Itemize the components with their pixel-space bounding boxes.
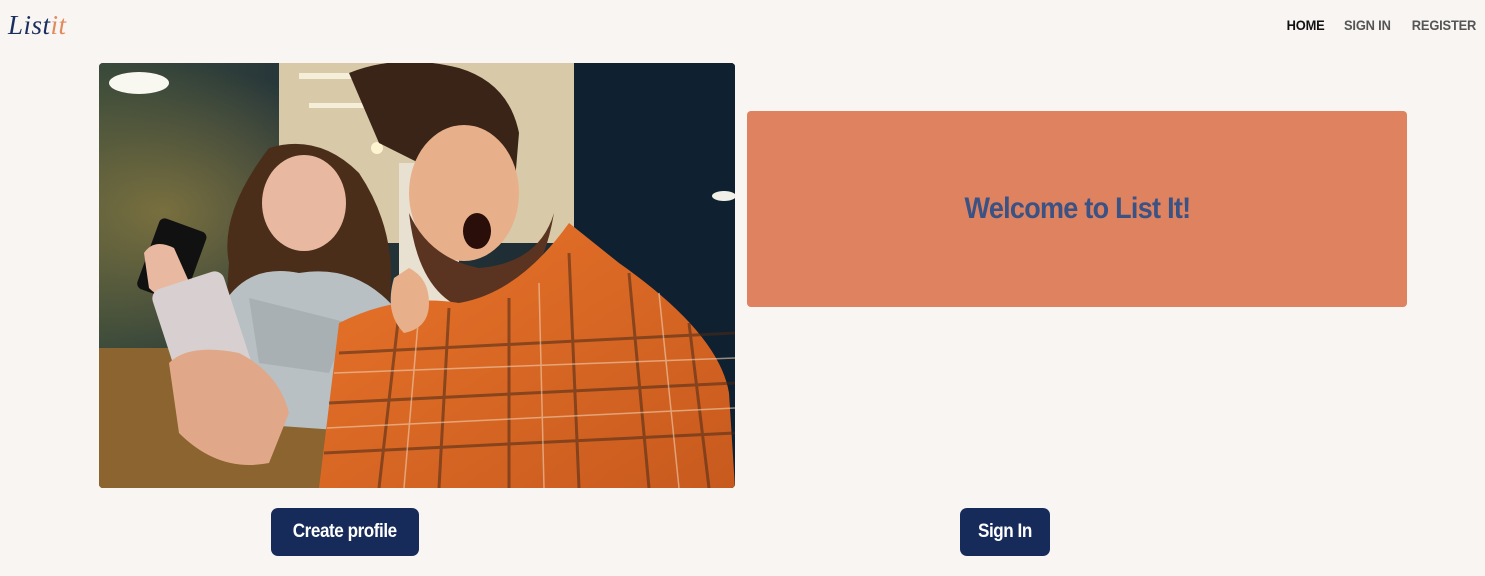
- brand-logo[interactable]: Listit: [8, 9, 67, 41]
- sign-in-label: Sign In: [978, 521, 1032, 542]
- nav-home-link[interactable]: HOME: [1287, 16, 1325, 34]
- nav-signin-link[interactable]: SIGN IN: [1344, 16, 1391, 34]
- nav-register-link[interactable]: REGISTER: [1412, 16, 1477, 34]
- top-nav: HOME SIGN IN REGISTER: [1285, 16, 1479, 34]
- create-profile-label: Create profile: [293, 521, 397, 542]
- create-profile-button[interactable]: Create profile: [271, 508, 419, 556]
- welcome-heading: Welcome to List It!: [964, 192, 1191, 225]
- sign-in-button[interactable]: Sign In: [960, 508, 1050, 556]
- hero-image: [99, 63, 735, 488]
- brand-logo-part1: List: [8, 10, 51, 40]
- welcome-banner: Welcome to List It!: [747, 111, 1407, 307]
- hero-photo-illustration: [99, 63, 735, 488]
- brand-logo-part2: it: [50, 10, 67, 40]
